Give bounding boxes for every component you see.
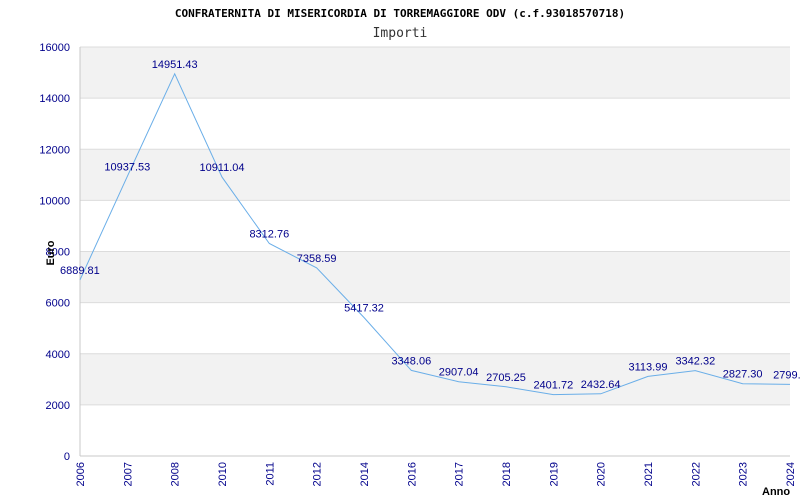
x-tick-label: 2014 bbox=[359, 462, 371, 486]
x-tick-label: 2022 bbox=[690, 462, 702, 486]
plot-band bbox=[80, 47, 790, 99]
data-label: 2827.30 bbox=[723, 369, 763, 381]
y-tick-label: 6000 bbox=[46, 298, 70, 310]
y-tick-label: 16000 bbox=[39, 42, 70, 54]
x-tick-label: 2017 bbox=[454, 462, 466, 486]
x-tick-label: 2011 bbox=[264, 462, 276, 486]
x-axis-ticks: 2006 2007 2008 2010 2011 2012 2014 2016 2017 2018… bbox=[75, 462, 797, 486]
y-tick-label: 10000 bbox=[39, 195, 70, 207]
chart-subtitle: Importi bbox=[373, 26, 428, 41]
data-label: 2799.6 bbox=[773, 369, 800, 381]
data-label: 14951.43 bbox=[152, 59, 198, 71]
x-tick-label: 2020 bbox=[596, 462, 608, 486]
x-tick-label: 2012 bbox=[312, 462, 324, 486]
chart-title: CONFRATERNITA DI MISERICORDIA DI TORREMA… bbox=[175, 7, 625, 20]
x-tick-label: 2023 bbox=[738, 462, 750, 486]
y-tick-label: 14000 bbox=[39, 93, 70, 105]
data-label: 5417.32 bbox=[344, 303, 384, 315]
y-axis-title: Euro bbox=[45, 240, 57, 265]
series-line bbox=[79, 72, 791, 396]
data-label: 2401.72 bbox=[533, 380, 573, 392]
x-tick-label: 2021 bbox=[643, 462, 655, 486]
data-label: 3113.99 bbox=[629, 361, 668, 373]
y-tick-label: 12000 bbox=[39, 144, 70, 156]
data-labels: 6889.81 10937.53 14951.43 10911.04 8312.76 73… bbox=[60, 59, 800, 392]
y-tick-label: 4000 bbox=[46, 349, 70, 361]
x-tick-label: 2010 bbox=[217, 462, 229, 486]
data-label: 2432.64 bbox=[581, 379, 621, 391]
x-tick-label: 2007 bbox=[122, 462, 134, 486]
x-tick-label: 2019 bbox=[548, 462, 560, 486]
x-tick-label: 2016 bbox=[406, 462, 418, 486]
plot-band bbox=[80, 251, 790, 303]
data-label: 10911.04 bbox=[199, 162, 244, 174]
x-tick-label: 2006 bbox=[75, 462, 87, 486]
data-label: 2907.04 bbox=[439, 367, 479, 379]
x-axis-title: Anno bbox=[762, 486, 790, 498]
data-label: 8312.76 bbox=[249, 229, 289, 241]
data-label: 7358.59 bbox=[297, 253, 337, 265]
data-label: 2705.25 bbox=[486, 372, 526, 384]
x-tick-label: 2018 bbox=[501, 462, 513, 486]
data-label: 10937.53 bbox=[104, 161, 150, 173]
x-tick-label: 2008 bbox=[170, 462, 182, 486]
plot-band bbox=[80, 149, 790, 201]
data-label: 3348.06 bbox=[391, 355, 431, 367]
y-tick-label: 2000 bbox=[46, 400, 70, 412]
line-chart: CONFRATERNITA DI MISERICORDIA DI TORREMA… bbox=[39, 7, 800, 498]
data-label: 3342.32 bbox=[675, 356, 715, 368]
x-tick-label: 2024 bbox=[785, 462, 797, 486]
y-tick-label: 0 bbox=[64, 451, 70, 463]
data-label: 6889.81 bbox=[60, 265, 100, 277]
